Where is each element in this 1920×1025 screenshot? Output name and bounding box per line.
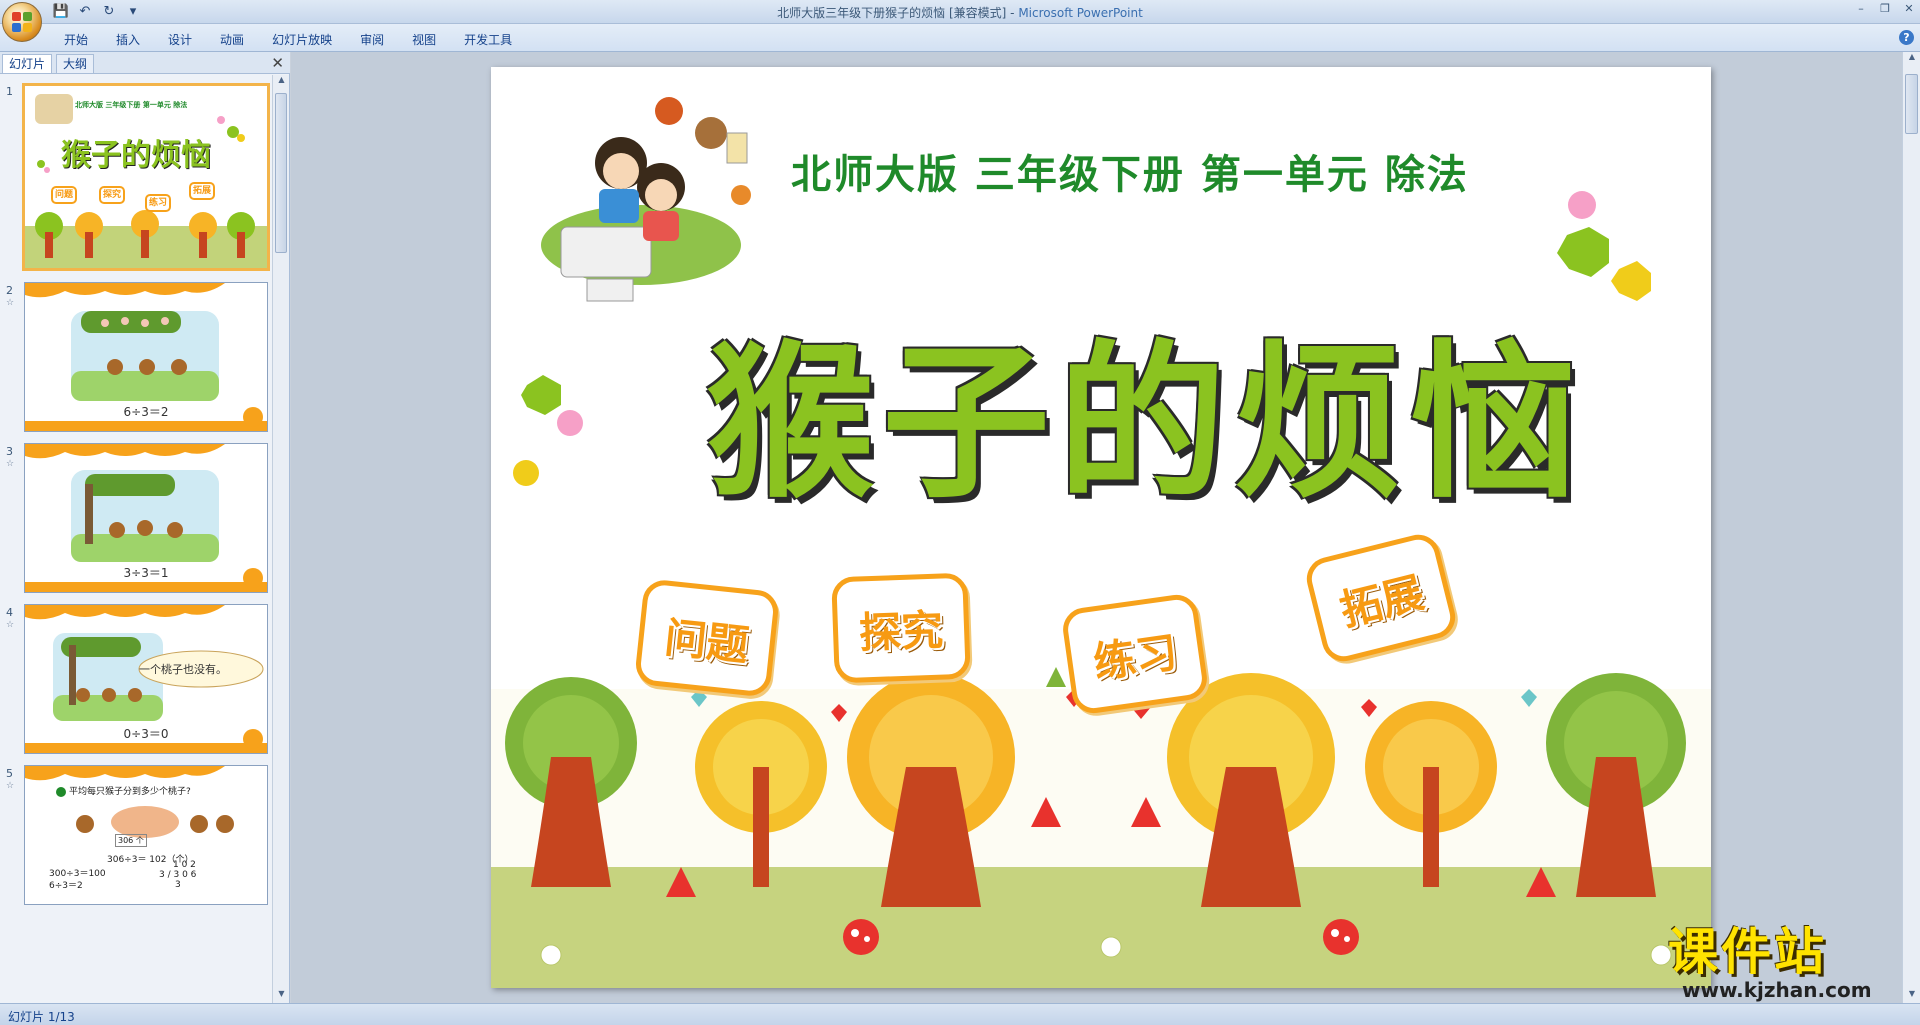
help-icon[interactable]: ? <box>1899 30 1914 45</box>
thumbnail-list: 1 北师大版 三年级下册 第一单元 除法 猴子的烦恼 问题 探究 练习 拓展 2… <box>0 75 272 1003</box>
close-icon[interactable]: ✕ <box>1902 2 1916 16</box>
thumbnail-row-4: 4 ☆ 一个桃子也没有。 0÷3＝0 <box>0 604 272 756</box>
thumbnail-row-1: 1 北师大版 三年级下册 第一单元 除法 猴子的烦恼 问题 探究 练习 拓展 <box>0 83 272 273</box>
slide-thumbnail-5[interactable]: 平均每只猴子分到多少个桃子? 306 个 306÷3＝ 102（个） 300÷3… <box>24 765 268 905</box>
lianxi-button[interactable]: 练习 <box>1060 592 1210 716</box>
thumbnail-1-art <box>25 86 267 268</box>
document-title: 北师大版三年级下册猴子的烦恼 [兼容模式] - <box>777 6 1019 20</box>
scroll-thumb[interactable] <box>275 93 287 253</box>
site-watermark: 课件站 www.kjzhan.com <box>1668 924 1908 1004</box>
ribbon: 开始 插入 设计 动画 幻灯片放映 审阅 视图 开发工具 ? <box>0 24 1920 52</box>
thumbnail-2-caption: 6÷3＝2 <box>123 405 169 419</box>
panel-close-icon[interactable]: ✕ <box>271 54 284 72</box>
tab-slides[interactable]: 幻灯片 <box>2 54 53 73</box>
office-logo-icon <box>12 12 32 32</box>
tab-developer[interactable]: 开发工具 <box>450 29 526 50</box>
slides-panel: 幻灯片 大纲 ✕ 1 北师大版 三年级下册 第一单元 除法 猴子的烦恼 问题 探… <box>0 52 290 1003</box>
app-name: Microsoft PowerPoint <box>1018 6 1143 20</box>
thumbnail-4-caption: 0÷3＝0 <box>123 727 169 741</box>
tanjiu-button[interactable]: 探究 <box>831 572 971 684</box>
thumbnail-row-2: 2 ☆ 6÷3＝2 <box>0 282 272 434</box>
scroll-down-icon[interactable]: ▼ <box>273 989 290 1003</box>
thumbnail-number: 4 <box>6 606 13 619</box>
scroll-thumb[interactable] <box>1905 74 1918 134</box>
thumbnail-3-caption: 3÷3＝1 <box>123 566 169 580</box>
thumbnail-scrollbar[interactable]: ▲ ▼ <box>272 75 289 1003</box>
thumbnail-4-bubble: 一个桃子也没有。 <box>139 663 227 676</box>
wenti-label: 问题 <box>662 612 752 670</box>
slide-thumbnail-2[interactable]: 6÷3＝2 <box>24 282 268 432</box>
tab-design[interactable]: 设计 <box>154 29 206 50</box>
slide-thumbnail-1[interactable]: 北师大版 三年级下册 第一单元 除法 猴子的烦恼 问题 探究 练习 拓展 <box>22 83 270 271</box>
slide-thumbnail-4[interactable]: 一个桃子也没有。 0÷3＝0 <box>24 604 268 754</box>
thumbnail-star-icon: ☆ <box>6 459 15 469</box>
thumbnail-1-button: 拓展 <box>189 182 215 200</box>
thumbnail-5-div: 3 / 3 0 6 <box>159 870 197 880</box>
tab-review[interactable]: 审阅 <box>346 29 398 50</box>
minimize-icon[interactable]: – <box>1854 2 1868 16</box>
title-bar: 💾 ↶ ↻ ▾ 北师大版三年级下册猴子的烦恼 [兼容模式] - Microsof… <box>0 0 1920 24</box>
thumbnail-1-button: 问题 <box>51 186 77 204</box>
thumbnail-1-button: 练习 <box>145 194 171 212</box>
watermark-url: www.kjzhan.com <box>1682 978 1872 1002</box>
tab-view[interactable]: 视图 <box>398 29 450 50</box>
tuozhan-label: 拓展 <box>1335 566 1429 635</box>
thumbnail-star-icon: ☆ <box>6 298 15 308</box>
slide-title[interactable]: 猴子的烦恼 <box>706 287 1586 530</box>
thumbnail-number: 5 <box>6 767 13 780</box>
thumbnail-5-label: 306 个 <box>115 834 147 847</box>
tab-outline[interactable]: 大纲 <box>56 54 95 73</box>
thumbnail-5-div: 3 <box>175 880 181 890</box>
tab-home[interactable]: 开始 <box>50 29 102 50</box>
thumbnail-1-button: 探究 <box>99 186 125 204</box>
watermark-name: 课件站 <box>1668 923 1827 981</box>
panel-tabs: 幻灯片 大纲 ✕ <box>0 52 290 74</box>
tanjiu-label: 探究 <box>858 605 944 657</box>
slide-indicator: 幻灯片 1/13 <box>8 1010 75 1024</box>
ribbon-tabs: 开始 插入 设计 动画 幻灯片放映 审阅 视图 开发工具 <box>50 29 526 50</box>
office-button[interactable] <box>2 2 42 42</box>
thumbnail-row-5: 5 ☆ 平均每只猴子分到多少个桃子? 306 个 306÷3＝ 102（个） 3… <box>0 765 272 915</box>
lianxi-label: 练习 <box>1090 626 1181 688</box>
window-title: 北师大版三年级下册猴子的烦恼 [兼容模式] - Microsoft PowerP… <box>0 4 1920 21</box>
thumbnail-5-eq: 6÷3＝2 <box>49 881 83 891</box>
scroll-up-icon[interactable]: ▲ <box>273 75 290 89</box>
thumbnail-star-icon: ☆ <box>6 781 15 791</box>
current-slide[interactable]: 北师大版 三年级下册 第一单元 除法 猴子的烦恼 问题 探究 练习 拓展 <box>491 67 1711 988</box>
reading-children-illustration <box>541 97 751 302</box>
slide-scrollbar[interactable]: ▲ ▼ <box>1902 52 1920 1003</box>
thumbnail-1-title: 猴子的烦恼 <box>61 138 211 173</box>
window-controls: – ❐ ✕ <box>1854 2 1916 16</box>
thumbnail-number: 3 <box>6 445 13 458</box>
slide-subtitle[interactable]: 北师大版 三年级下册 第一单元 除法 <box>791 142 1469 200</box>
wenti-button[interactable]: 问题 <box>633 578 781 698</box>
thumbnail-5-div: 1 0 2 <box>173 860 196 870</box>
tab-slideshow[interactable]: 幻灯片放映 <box>258 29 346 50</box>
thumbnail-number: 1 <box>6 85 13 98</box>
scroll-up-icon[interactable]: ▲ <box>1903 52 1920 66</box>
slide-thumbnail-3[interactable]: 3÷3＝1 <box>24 443 268 593</box>
tab-insert[interactable]: 插入 <box>102 29 154 50</box>
thumbnail-5-header: 平均每只猴子分到多少个桃子? <box>69 787 191 797</box>
thumbnail-star-icon: ☆ <box>6 620 15 630</box>
status-bar: 幻灯片 1/13 <box>0 1003 1920 1025</box>
slide-editor: 北师大版 三年级下册 第一单元 除法 猴子的烦恼 问题 探究 练习 拓展 <box>291 52 1902 1003</box>
maximize-icon[interactable]: ❐ <box>1878 2 1892 16</box>
thumbnail-number: 2 <box>6 284 13 297</box>
tab-animations[interactable]: 动画 <box>206 29 258 50</box>
thumbnail-row-3: 3 ☆ 3÷3＝1 <box>0 443 272 595</box>
thumbnail-1-subtitle: 北师大版 三年级下册 第一单元 除法 <box>75 101 188 109</box>
